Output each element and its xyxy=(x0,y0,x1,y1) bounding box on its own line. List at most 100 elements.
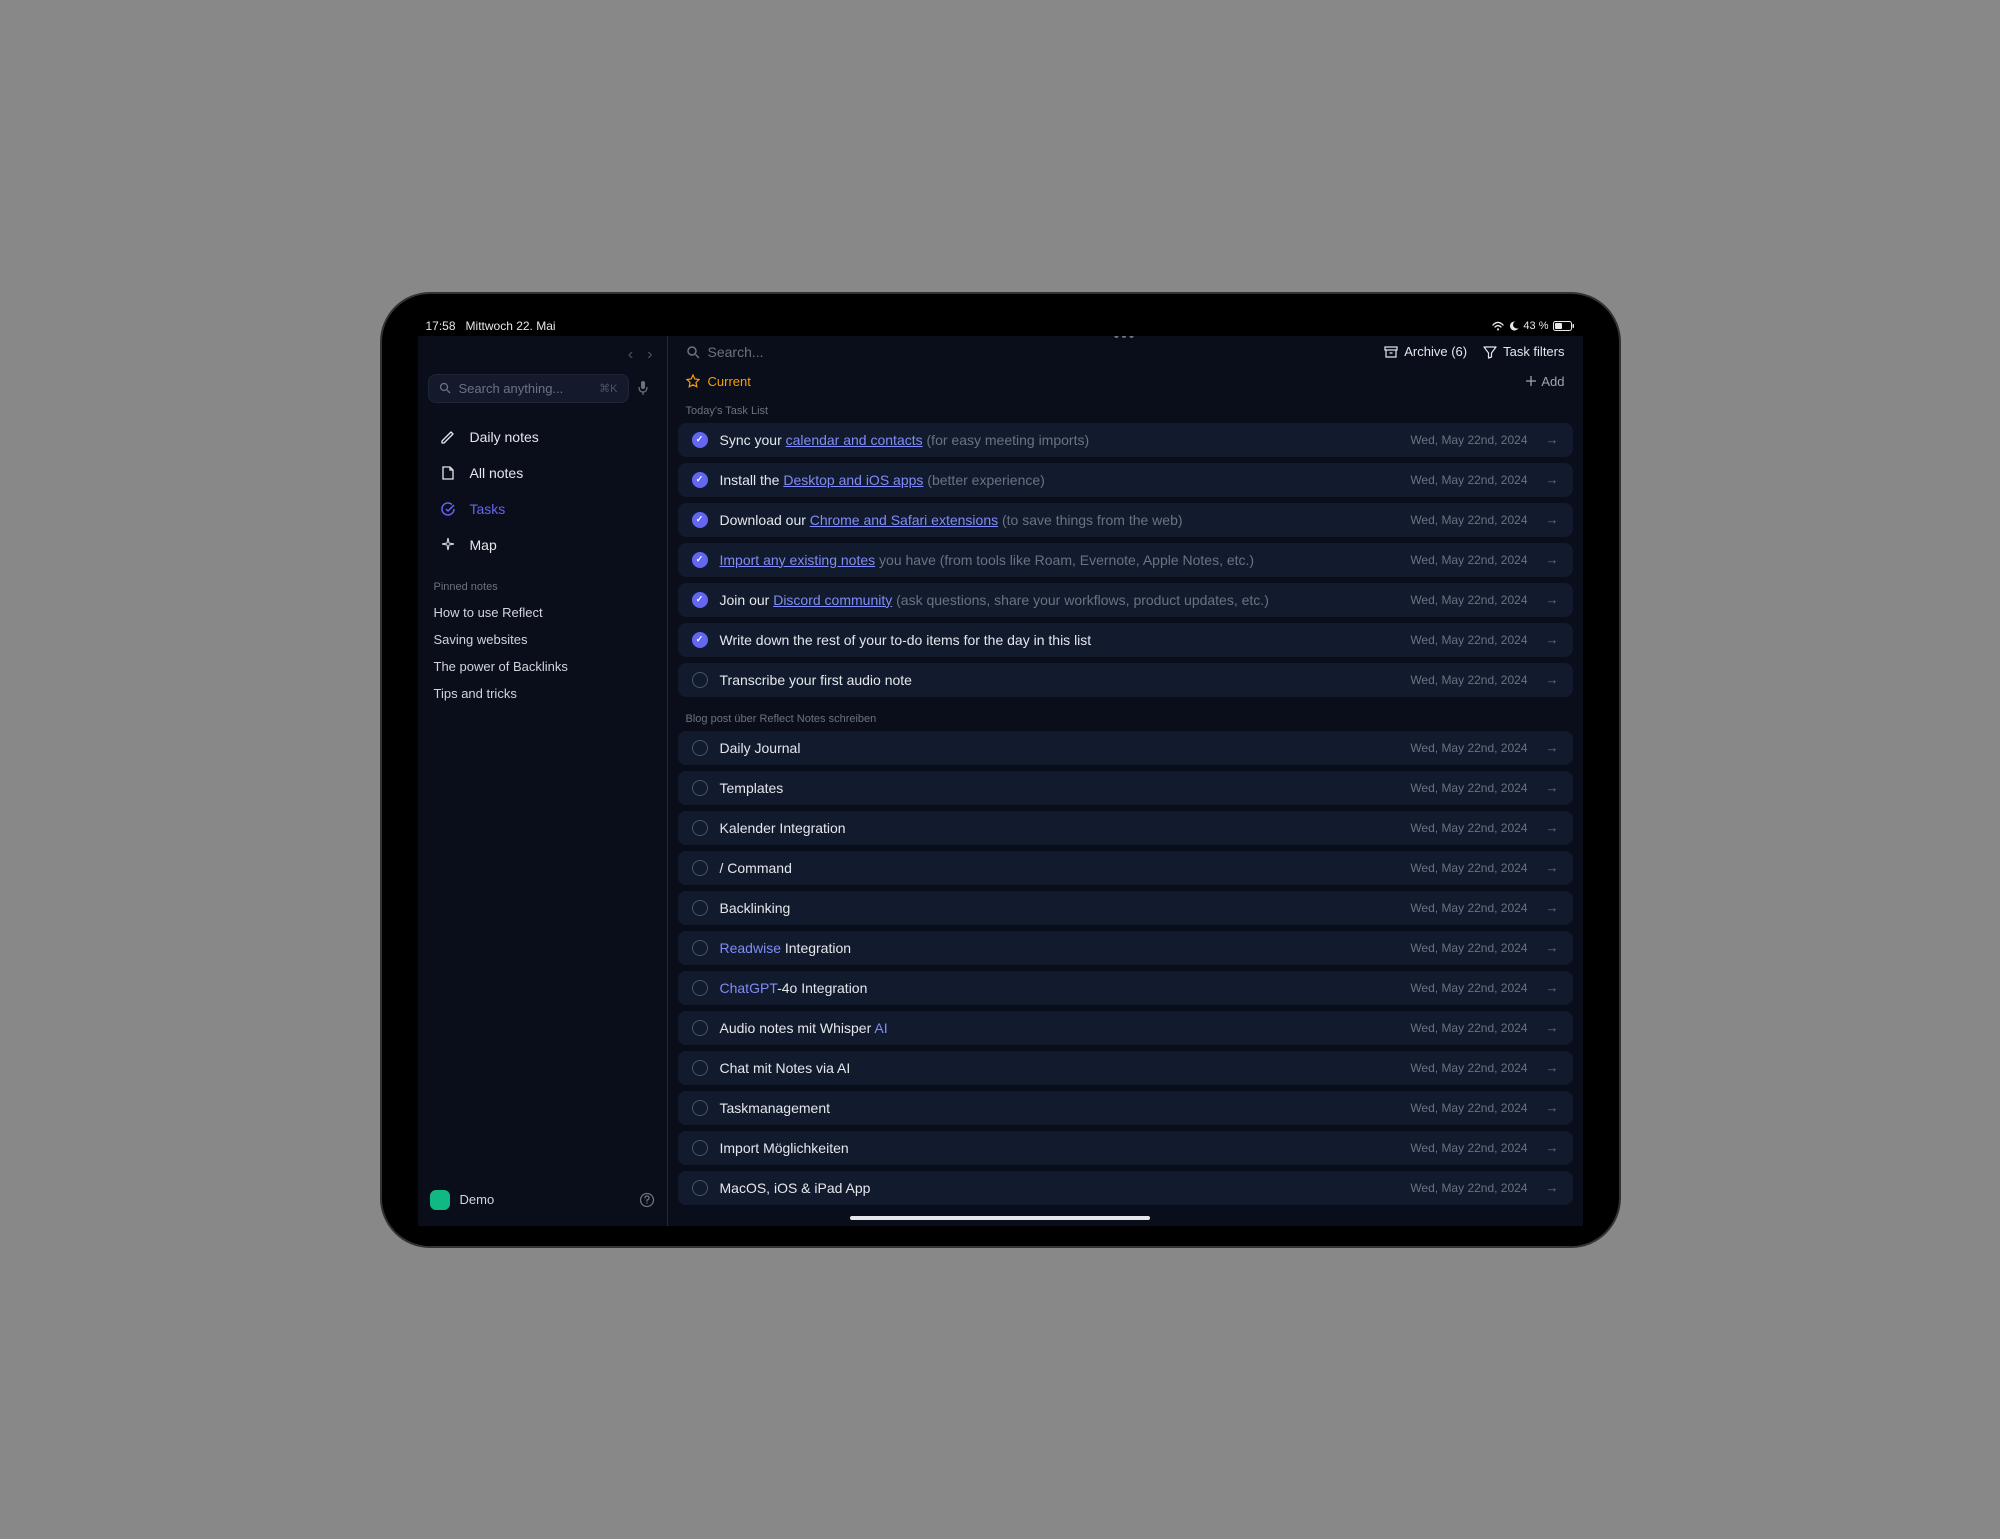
task-row[interactable]: Transcribe your first audio noteWed, May… xyxy=(678,663,1573,697)
archive-button[interactable]: Archive (6) xyxy=(1384,344,1467,359)
pinned-item[interactable]: Saving websites xyxy=(426,626,659,653)
task-checkbox[interactable] xyxy=(692,1180,708,1196)
task-row[interactable]: Sync your calendar and contacts (for eas… xyxy=(678,423,1573,457)
task-checkbox[interactable] xyxy=(692,980,708,996)
task-checkbox[interactable] xyxy=(692,740,708,756)
arrow-right-icon[interactable]: → xyxy=(1546,432,1559,447)
sidebar: ‹ › Search anything... ⌘K Daily notes xyxy=(418,336,668,1226)
task-date: Wed, May 22nd, 2024 xyxy=(1410,553,1527,567)
pinned-item[interactable]: Tips and tricks xyxy=(426,680,659,707)
task-checkbox[interactable] xyxy=(692,472,708,488)
task-checkbox[interactable] xyxy=(692,1140,708,1156)
more-icon[interactable]: ••• xyxy=(1114,336,1137,346)
task-date: Wed, May 22nd, 2024 xyxy=(1410,781,1527,795)
task-text: Sync your calendar and contacts (for eas… xyxy=(720,432,1399,448)
task-list-scroll[interactable]: Today's Task List Sync your calendar and… xyxy=(668,391,1583,1226)
home-indicator[interactable] xyxy=(850,1216,1150,1220)
task-text: Import Möglichkeiten xyxy=(720,1140,1399,1156)
filter-icon xyxy=(1483,345,1497,359)
task-filters-button[interactable]: Task filters xyxy=(1483,344,1564,359)
arrow-right-icon[interactable]: → xyxy=(1546,980,1559,995)
arrow-right-icon[interactable]: → xyxy=(1546,1060,1559,1075)
plus-icon xyxy=(1525,375,1537,387)
task-date: Wed, May 22nd, 2024 xyxy=(1410,1181,1527,1195)
arrow-right-icon[interactable]: → xyxy=(1546,940,1559,955)
mic-icon[interactable] xyxy=(637,380,657,396)
sidebar-item-all-notes[interactable]: All notes xyxy=(426,455,659,491)
arrow-right-icon[interactable]: → xyxy=(1546,1020,1559,1035)
task-checkbox[interactable] xyxy=(692,1060,708,1076)
task-checkbox[interactable] xyxy=(692,592,708,608)
task-checkbox[interactable] xyxy=(692,820,708,836)
arrow-right-icon[interactable]: → xyxy=(1546,1180,1559,1195)
task-checkbox[interactable] xyxy=(692,1020,708,1036)
nav-forward-button[interactable]: › xyxy=(641,342,658,368)
task-checkbox[interactable] xyxy=(692,860,708,876)
task-text: Transcribe your first audio note xyxy=(720,672,1399,688)
moon-icon xyxy=(1509,321,1519,331)
task-row[interactable]: MacOS, iOS & iPad AppWed, May 22nd, 2024… xyxy=(678,1171,1573,1205)
task-row[interactable]: BacklinkingWed, May 22nd, 2024→ xyxy=(678,891,1573,925)
pinned-notes-label: Pinned notes xyxy=(418,567,667,599)
task-row[interactable]: Import any existing notes you have (from… xyxy=(678,543,1573,577)
arrow-right-icon[interactable]: → xyxy=(1546,1140,1559,1155)
task-row[interactable]: Download our Chrome and Safari extension… xyxy=(678,503,1573,537)
pinned-item[interactable]: The power of Backlinks xyxy=(426,653,659,680)
arrow-right-icon[interactable]: → xyxy=(1546,740,1559,755)
sidebar-item-daily-notes[interactable]: Daily notes xyxy=(426,419,659,455)
task-checkbox[interactable] xyxy=(692,940,708,956)
tab-current[interactable]: Current xyxy=(686,374,751,389)
task-row[interactable]: Chat mit Notes via AIWed, May 22nd, 2024… xyxy=(678,1051,1573,1085)
task-text: ChatGPT-4o Integration xyxy=(720,980,1399,996)
workspace-name[interactable]: Demo xyxy=(460,1192,495,1207)
task-checkbox[interactable] xyxy=(692,512,708,528)
arrow-right-icon[interactable]: → xyxy=(1546,860,1559,875)
arrow-right-icon[interactable]: → xyxy=(1546,592,1559,607)
arrow-right-icon[interactable]: → xyxy=(1546,1100,1559,1115)
arrow-right-icon[interactable]: → xyxy=(1546,632,1559,647)
task-row[interactable]: Install the Desktop and iOS apps (better… xyxy=(678,463,1573,497)
add-button[interactable]: Add xyxy=(1525,374,1564,389)
sidebar-search-input[interactable]: Search anything... ⌘K xyxy=(428,374,629,403)
sparkle-icon xyxy=(440,537,456,553)
task-checkbox[interactable] xyxy=(692,780,708,796)
task-row[interactable]: Import MöglichkeitenWed, May 22nd, 2024→ xyxy=(678,1131,1573,1165)
task-row[interactable]: / CommandWed, May 22nd, 2024→ xyxy=(678,851,1573,885)
task-text: Join our Discord community (ask question… xyxy=(720,592,1399,608)
task-checkbox[interactable] xyxy=(692,900,708,916)
arrow-right-icon[interactable]: → xyxy=(1546,672,1559,687)
task-row[interactable]: Join our Discord community (ask question… xyxy=(678,583,1573,617)
arrow-right-icon[interactable]: → xyxy=(1546,512,1559,527)
pinned-item[interactable]: How to use Reflect xyxy=(426,599,659,626)
nav-back-button[interactable]: ‹ xyxy=(622,342,639,368)
task-checkbox[interactable] xyxy=(692,552,708,568)
arrow-right-icon[interactable]: → xyxy=(1546,472,1559,487)
main-search-input[interactable]: Search... xyxy=(686,344,1369,360)
task-row[interactable]: Kalender IntegrationWed, May 22nd, 2024→ xyxy=(678,811,1573,845)
task-row[interactable]: Audio notes mit Whisper AIWed, May 22nd,… xyxy=(678,1011,1573,1045)
task-checkbox[interactable] xyxy=(692,672,708,688)
task-row[interactable]: ChatGPT-4o IntegrationWed, May 22nd, 202… xyxy=(678,971,1573,1005)
task-date: Wed, May 22nd, 2024 xyxy=(1410,593,1527,607)
task-row[interactable]: Write down the rest of your to-do items … xyxy=(678,623,1573,657)
task-row[interactable]: Readwise IntegrationWed, May 22nd, 2024→ xyxy=(678,931,1573,965)
task-text: Backlinking xyxy=(720,900,1399,916)
filters-label: Task filters xyxy=(1503,344,1564,359)
sidebar-item-map[interactable]: Map xyxy=(426,527,659,563)
arrow-right-icon[interactable]: → xyxy=(1546,900,1559,915)
task-row[interactable]: TemplatesWed, May 22nd, 2024→ xyxy=(678,771,1573,805)
task-row[interactable]: TaskmanagementWed, May 22nd, 2024→ xyxy=(678,1091,1573,1125)
sidebar-item-tasks[interactable]: Tasks xyxy=(426,491,659,527)
task-text: Chat mit Notes via AI xyxy=(720,1060,1399,1076)
workspace-badge[interactable] xyxy=(430,1190,450,1210)
task-row[interactable]: Daily JournalWed, May 22nd, 2024→ xyxy=(678,731,1573,765)
arrow-right-icon[interactable]: → xyxy=(1546,552,1559,567)
help-icon[interactable] xyxy=(639,1192,655,1208)
task-checkbox[interactable] xyxy=(692,432,708,448)
task-checkbox[interactable] xyxy=(692,632,708,648)
status-date: Mittwoch 22. Mai xyxy=(466,319,556,333)
star-icon xyxy=(686,374,700,388)
arrow-right-icon[interactable]: → xyxy=(1546,780,1559,795)
arrow-right-icon[interactable]: → xyxy=(1546,820,1559,835)
task-checkbox[interactable] xyxy=(692,1100,708,1116)
